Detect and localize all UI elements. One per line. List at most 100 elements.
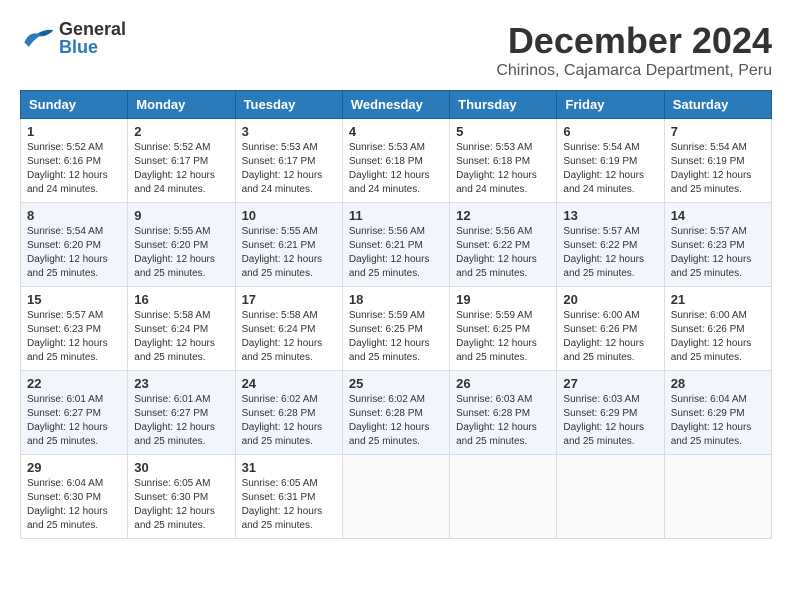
day-info: Sunrise: 6:03 AMSunset: 6:28 PMDaylight:…	[456, 394, 537, 447]
day-info: Sunrise: 6:04 AMSunset: 6:30 PMDaylight:…	[27, 478, 108, 531]
day-number: 26	[456, 376, 550, 391]
day-info: Sunrise: 5:56 AMSunset: 6:21 PMDaylight:…	[349, 226, 430, 279]
calendar-day-cell: 29 Sunrise: 6:04 AMSunset: 6:30 PMDaylig…	[21, 455, 128, 539]
day-info: Sunrise: 5:53 AMSunset: 6:17 PMDaylight:…	[242, 142, 323, 195]
calendar-day-header: Thursday	[450, 91, 557, 119]
calendar-week-row: 8 Sunrise: 5:54 AMSunset: 6:20 PMDayligh…	[21, 203, 772, 287]
day-number: 2	[134, 124, 228, 139]
calendar-day-cell: 15 Sunrise: 5:57 AMSunset: 6:23 PMDaylig…	[21, 287, 128, 371]
calendar-day-cell	[342, 455, 449, 539]
day-number: 7	[671, 124, 765, 139]
day-info: Sunrise: 5:58 AMSunset: 6:24 PMDaylight:…	[134, 310, 215, 363]
day-info: Sunrise: 5:53 AMSunset: 6:18 PMDaylight:…	[456, 142, 537, 195]
day-number: 31	[242, 460, 336, 475]
calendar-day-cell: 8 Sunrise: 5:54 AMSunset: 6:20 PMDayligh…	[21, 203, 128, 287]
calendar-day-cell: 5 Sunrise: 5:53 AMSunset: 6:18 PMDayligh…	[450, 119, 557, 203]
logo: General Blue	[20, 20, 126, 56]
day-info: Sunrise: 5:54 AMSunset: 6:19 PMDaylight:…	[671, 142, 752, 195]
calendar-day-cell: 3 Sunrise: 5:53 AMSunset: 6:17 PMDayligh…	[235, 119, 342, 203]
page-title: December 2024	[496, 20, 772, 62]
calendar-day-cell: 31 Sunrise: 6:05 AMSunset: 6:31 PMDaylig…	[235, 455, 342, 539]
logo-general-text: General	[59, 20, 126, 38]
day-info: Sunrise: 5:58 AMSunset: 6:24 PMDaylight:…	[242, 310, 323, 363]
day-number: 8	[27, 208, 121, 223]
day-info: Sunrise: 5:52 AMSunset: 6:17 PMDaylight:…	[134, 142, 215, 195]
calendar-day-header: Saturday	[664, 91, 771, 119]
calendar-day-cell: 6 Sunrise: 5:54 AMSunset: 6:19 PMDayligh…	[557, 119, 664, 203]
calendar-day-cell: 16 Sunrise: 5:58 AMSunset: 6:24 PMDaylig…	[128, 287, 235, 371]
logo-bird-icon	[20, 24, 55, 52]
calendar-day-cell: 14 Sunrise: 5:57 AMSunset: 6:23 PMDaylig…	[664, 203, 771, 287]
day-info: Sunrise: 6:05 AMSunset: 6:31 PMDaylight:…	[242, 478, 323, 531]
logo-text: General Blue	[59, 20, 126, 56]
day-info: Sunrise: 5:55 AMSunset: 6:20 PMDaylight:…	[134, 226, 215, 279]
calendar-day-header: Monday	[128, 91, 235, 119]
page-subtitle: Chirinos, Cajamarca Department, Peru	[496, 62, 772, 80]
logo-blue-text: Blue	[59, 38, 126, 56]
calendar-header-row: SundayMondayTuesdayWednesdayThursdayFrid…	[21, 91, 772, 119]
calendar-day-cell: 24 Sunrise: 6:02 AMSunset: 6:28 PMDaylig…	[235, 371, 342, 455]
day-number: 1	[27, 124, 121, 139]
day-number: 20	[563, 292, 657, 307]
day-info: Sunrise: 5:54 AMSunset: 6:20 PMDaylight:…	[27, 226, 108, 279]
calendar-day-cell: 20 Sunrise: 6:00 AMSunset: 6:26 PMDaylig…	[557, 287, 664, 371]
day-info: Sunrise: 6:01 AMSunset: 6:27 PMDaylight:…	[134, 394, 215, 447]
day-number: 23	[134, 376, 228, 391]
calendar-day-header: Wednesday	[342, 91, 449, 119]
calendar-day-cell: 2 Sunrise: 5:52 AMSunset: 6:17 PMDayligh…	[128, 119, 235, 203]
day-number: 15	[27, 292, 121, 307]
calendar-day-cell	[664, 455, 771, 539]
calendar-day-header: Sunday	[21, 91, 128, 119]
calendar-day-cell: 28 Sunrise: 6:04 AMSunset: 6:29 PMDaylig…	[664, 371, 771, 455]
day-number: 9	[134, 208, 228, 223]
day-number: 3	[242, 124, 336, 139]
calendar-day-cell: 13 Sunrise: 5:57 AMSunset: 6:22 PMDaylig…	[557, 203, 664, 287]
day-info: Sunrise: 5:52 AMSunset: 6:16 PMDaylight:…	[27, 142, 108, 195]
calendar-day-cell: 26 Sunrise: 6:03 AMSunset: 6:28 PMDaylig…	[450, 371, 557, 455]
day-info: Sunrise: 6:04 AMSunset: 6:29 PMDaylight:…	[671, 394, 752, 447]
day-info: Sunrise: 6:05 AMSunset: 6:30 PMDaylight:…	[134, 478, 215, 531]
day-info: Sunrise: 6:01 AMSunset: 6:27 PMDaylight:…	[27, 394, 108, 447]
day-number: 18	[349, 292, 443, 307]
day-number: 21	[671, 292, 765, 307]
day-number: 5	[456, 124, 550, 139]
calendar-day-cell: 11 Sunrise: 5:56 AMSunset: 6:21 PMDaylig…	[342, 203, 449, 287]
calendar-day-cell: 18 Sunrise: 5:59 AMSunset: 6:25 PMDaylig…	[342, 287, 449, 371]
calendar-day-cell: 25 Sunrise: 6:02 AMSunset: 6:28 PMDaylig…	[342, 371, 449, 455]
calendar-day-cell: 23 Sunrise: 6:01 AMSunset: 6:27 PMDaylig…	[128, 371, 235, 455]
day-number: 16	[134, 292, 228, 307]
day-info: Sunrise: 5:57 AMSunset: 6:22 PMDaylight:…	[563, 226, 644, 279]
day-number: 12	[456, 208, 550, 223]
calendar-day-cell: 17 Sunrise: 5:58 AMSunset: 6:24 PMDaylig…	[235, 287, 342, 371]
calendar-week-row: 15 Sunrise: 5:57 AMSunset: 6:23 PMDaylig…	[21, 287, 772, 371]
calendar-day-cell: 4 Sunrise: 5:53 AMSunset: 6:18 PMDayligh…	[342, 119, 449, 203]
day-number: 22	[27, 376, 121, 391]
calendar-week-row: 22 Sunrise: 6:01 AMSunset: 6:27 PMDaylig…	[21, 371, 772, 455]
calendar-day-cell: 30 Sunrise: 6:05 AMSunset: 6:30 PMDaylig…	[128, 455, 235, 539]
day-info: Sunrise: 5:59 AMSunset: 6:25 PMDaylight:…	[349, 310, 430, 363]
day-number: 13	[563, 208, 657, 223]
day-info: Sunrise: 5:54 AMSunset: 6:19 PMDaylight:…	[563, 142, 644, 195]
calendar-day-header: Tuesday	[235, 91, 342, 119]
day-info: Sunrise: 5:56 AMSunset: 6:22 PMDaylight:…	[456, 226, 537, 279]
day-number: 11	[349, 208, 443, 223]
day-number: 30	[134, 460, 228, 475]
day-info: Sunrise: 6:02 AMSunset: 6:28 PMDaylight:…	[349, 394, 430, 447]
day-number: 14	[671, 208, 765, 223]
calendar-day-cell: 1 Sunrise: 5:52 AMSunset: 6:16 PMDayligh…	[21, 119, 128, 203]
calendar-table: SundayMondayTuesdayWednesdayThursdayFrid…	[20, 90, 772, 539]
day-info: Sunrise: 5:53 AMSunset: 6:18 PMDaylight:…	[349, 142, 430, 195]
day-number: 29	[27, 460, 121, 475]
title-block: December 2024 Chirinos, Cajamarca Depart…	[496, 20, 772, 80]
page-header: General Blue December 2024 Chirinos, Caj…	[20, 20, 772, 80]
calendar-day-cell: 12 Sunrise: 5:56 AMSunset: 6:22 PMDaylig…	[450, 203, 557, 287]
calendar-day-cell	[557, 455, 664, 539]
day-number: 19	[456, 292, 550, 307]
calendar-day-cell	[450, 455, 557, 539]
calendar-day-cell: 27 Sunrise: 6:03 AMSunset: 6:29 PMDaylig…	[557, 371, 664, 455]
day-number: 28	[671, 376, 765, 391]
day-info: Sunrise: 5:55 AMSunset: 6:21 PMDaylight:…	[242, 226, 323, 279]
day-info: Sunrise: 5:57 AMSunset: 6:23 PMDaylight:…	[27, 310, 108, 363]
day-number: 27	[563, 376, 657, 391]
day-number: 4	[349, 124, 443, 139]
